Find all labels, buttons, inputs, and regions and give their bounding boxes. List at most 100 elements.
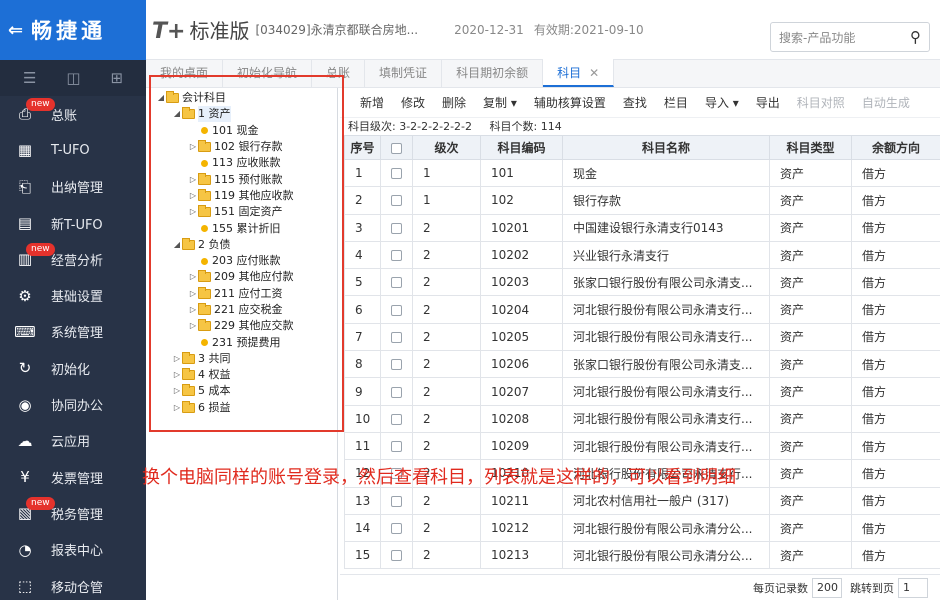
toggle-icon[interactable]: ▷ — [188, 318, 198, 334]
table-row[interactable]: 5 2 10203 张家口银行股份有限公司永清支... 资产 借方 — [344, 268, 940, 297]
toggle-icon[interactable]: ▷ — [188, 286, 198, 302]
tree-node[interactable]: ▷ 151 固定资产 — [146, 204, 337, 220]
toolbar-button[interactable]: 复制 ▾ — [483, 94, 517, 111]
tree-node[interactable]: ▷ 102 银行存款 — [146, 139, 337, 155]
sidebar-item[interactable]: ◉ 协同办公 — [0, 386, 146, 422]
checkbox[interactable] — [391, 250, 402, 262]
toggle-icon[interactable]: ▷ — [172, 383, 182, 399]
tree-node[interactable]: 231 预提费用 — [146, 334, 337, 350]
checkbox[interactable] — [391, 304, 402, 316]
tree-node[interactable]: ▷ 5 成本 — [146, 383, 337, 399]
select-all-header[interactable] — [380, 135, 413, 160]
table-row[interactable]: 3 2 10201 中国建设银行永清支行0143 资产 借方 — [344, 213, 940, 242]
toggle-icon[interactable]: ◢ — [172, 237, 182, 253]
back-arrow-icon[interactable]: ⇐ — [8, 20, 23, 41]
sidebar-item[interactable]: ▦ T-UFO — [0, 132, 146, 168]
toolbar-button[interactable]: 删除 — [442, 94, 466, 111]
toggle-icon[interactable]: ◢ — [172, 106, 182, 122]
toggle-icon[interactable]: ▷ — [188, 302, 198, 318]
sidebar-item[interactable]: ◔ 报表中心 — [0, 532, 146, 568]
table-row[interactable]: 13 2 10211 河北农村信用社一般户 (317) 资产 借方 — [344, 486, 940, 515]
tab[interactable]: 我的桌面 — [146, 59, 224, 87]
toolbar-button[interactable]: 查找 — [623, 94, 647, 111]
checkbox[interactable] — [391, 195, 402, 207]
tree-node[interactable]: ▷ 211 应付工资 — [146, 286, 337, 302]
sidebar-item[interactable]: ⌨ 系统管理 — [0, 314, 146, 350]
toggle-icon[interactable]: ▷ — [188, 269, 198, 285]
checkbox[interactable] — [391, 359, 402, 371]
tree-node[interactable]: ▷ 6 损益 — [146, 400, 337, 416]
checkbox[interactable] — [391, 277, 402, 289]
checkbox[interactable] — [391, 550, 402, 562]
tree-node[interactable]: ▷ 221 应交税金 — [146, 302, 337, 318]
table-row[interactable]: 1 1 101 现金 资产 借方 — [344, 158, 940, 188]
checkbox[interactable] — [391, 142, 402, 154]
jump-page-input[interactable]: 1 — [898, 577, 928, 598]
table-row[interactable]: 11 2 10209 河北银行股份有限公司永清支行... 资产 借方 — [344, 431, 940, 461]
table-row[interactable]: 6 2 10204 河北银行股份有限公司永清支行... 资产 借方 — [344, 295, 940, 324]
sidebar-item[interactable]: ⎙ new 总账 — [0, 96, 146, 132]
toggle-icon[interactable]: ▷ — [188, 204, 198, 220]
tree-node[interactable]: 155 累计折旧 — [146, 220, 337, 236]
tree-node[interactable]: 203 应付账款 — [146, 253, 337, 269]
toolbar-button[interactable]: 导入 ▾ — [705, 94, 739, 111]
toggle-icon[interactable]: ▷ — [188, 139, 198, 155]
toolbar-button[interactable]: 栏目 — [664, 94, 688, 111]
checkbox[interactable] — [391, 222, 402, 234]
row-checkbox-cell[interactable] — [380, 431, 413, 461]
table-row[interactable]: 10 2 10208 河北银行股份有限公司永清支行... 资产 借方 — [344, 404, 940, 433]
sidebar-item[interactable]: ↻ 初始化 — [0, 350, 146, 386]
company-name[interactable]: [034029]永清京都联合房地... — [255, 21, 418, 38]
tree-node[interactable]: ▷ 115 预付账款 — [146, 171, 337, 187]
toggle-icon[interactable]: ▷ — [172, 367, 182, 383]
table-row[interactable]: 2 1 102 银行存款 资产 借方 — [344, 186, 940, 215]
checkbox[interactable] — [391, 168, 402, 180]
toolbar-button[interactable]: 辅助核算设置 — [534, 94, 606, 111]
sidebar-item[interactable]: ⚙ 基础设置 — [0, 277, 146, 313]
row-checkbox-cell[interactable] — [380, 350, 413, 379]
checkbox[interactable] — [391, 386, 402, 398]
row-checkbox-cell[interactable] — [380, 213, 413, 242]
sidebar-item[interactable]: ▤ 新T-UFO — [0, 205, 146, 241]
checkbox[interactable] — [391, 331, 402, 343]
row-checkbox-cell[interactable] — [380, 322, 413, 352]
table-row[interactable]: 15 2 10213 河北银行股份有限公司永清分公... 资产 借方 — [344, 541, 940, 570]
row-checkbox-cell[interactable] — [380, 158, 413, 188]
tree-node[interactable]: ◢ 会计科目 — [146, 90, 337, 106]
sidebar-item[interactable]: ¥ 发票管理 — [0, 459, 146, 495]
screen-icon[interactable]: ◫ — [66, 69, 80, 87]
checkbox[interactable] — [391, 413, 402, 425]
table-row[interactable]: 8 2 10206 张家口银行股份有限公司永清支... 资产 借方 — [344, 350, 940, 379]
row-checkbox-cell[interactable] — [380, 240, 413, 270]
sidebar-item[interactable]: ⎗ 出纳管理 — [0, 169, 146, 205]
tree-node[interactable]: ◢ 1 资产 — [146, 106, 337, 123]
toggle-icon[interactable]: ◢ — [156, 90, 166, 106]
tab[interactable]: 科目 ✕ — [543, 59, 615, 87]
tab[interactable]: 科目期初余额 — [442, 59, 544, 87]
table-row[interactable]: 4 2 10202 兴业银行永清支行 资产 借方 — [344, 240, 940, 270]
tree-node[interactable]: 101 现金 — [146, 123, 337, 139]
tree-node[interactable]: ▷ 3 共同 — [146, 351, 337, 367]
row-checkbox-cell[interactable] — [380, 295, 413, 324]
table-row[interactable]: 7 2 10205 河北银行股份有限公司永清支行... 资产 借方 — [344, 322, 940, 352]
toggle-icon[interactable]: ▷ — [188, 188, 198, 204]
table-row[interactable]: 9 2 10207 河北银行股份有限公司永清支行... 资产 借方 — [344, 377, 940, 406]
close-icon[interactable]: ✕ — [589, 66, 599, 80]
per-page-input[interactable]: 200 — [812, 577, 842, 598]
tree-node[interactable]: 113 应收账款 — [146, 155, 337, 171]
tab[interactable]: 填制凭证 — [365, 59, 443, 87]
toolbar-button[interactable]: 新增 — [360, 94, 384, 111]
toggle-icon[interactable]: ▷ — [188, 172, 198, 188]
brand-logo[interactable]: ⇐ 畅捷通 — [0, 0, 146, 60]
toggle-icon[interactable]: ▷ — [172, 400, 182, 416]
sidebar-item[interactable]: ▥ new 经营分析 — [0, 241, 146, 277]
row-checkbox-cell[interactable] — [380, 268, 413, 297]
row-checkbox-cell[interactable] — [380, 186, 413, 215]
tree-node[interactable]: ▷ 119 其他应收款 — [146, 188, 337, 204]
tree-node[interactable]: ◢ 2 负债 — [146, 237, 337, 253]
row-checkbox-cell[interactable] — [380, 513, 413, 543]
sidebar-item[interactable]: ▧ new 税务管理 — [0, 495, 146, 531]
sidebar-item[interactable]: ☁ 云应用 — [0, 423, 146, 459]
add-icon[interactable]: ⊞ — [110, 69, 123, 87]
tab[interactable]: 初始化导航 — [223, 59, 313, 87]
